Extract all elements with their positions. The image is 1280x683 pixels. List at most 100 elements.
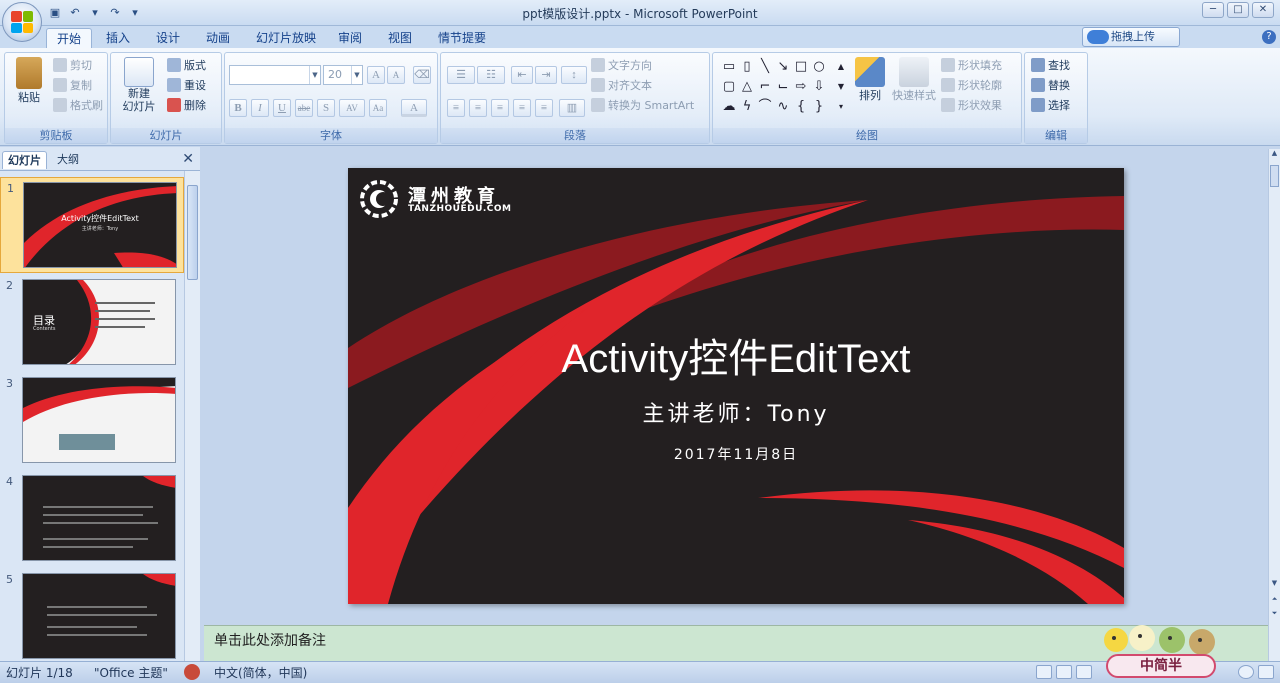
columns-button[interactable]: ▥ [559,99,585,117]
justify-button[interactable]: ≡ [513,99,531,117]
scroll-thumb[interactable] [1270,165,1279,187]
curve-shape-icon[interactable]: ∿ [775,99,791,115]
elbow-connector-shape-icon[interactable]: ⌐ [757,79,773,95]
cut-button[interactable]: 剪切 [53,57,92,75]
distributed-button[interactable]: ≡ [535,99,553,117]
tab-slideshow[interactable]: 幻灯片放映 [246,28,326,48]
shadow-button[interactable]: S [317,99,335,117]
shrink-font-button[interactable]: A [387,66,405,84]
align-center-button[interactable]: ≡ [469,99,487,117]
ime-mascot-widget[interactable]: 中简半 [1098,620,1226,680]
grow-font-button[interactable]: A [367,66,385,84]
left-brace-shape-icon[interactable]: { [793,99,809,115]
text-direction-button[interactable]: 文字方向 [591,57,652,75]
align-left-button[interactable]: ≡ [447,99,465,117]
right-brace-shape-icon[interactable]: } [811,99,827,115]
office-button[interactable] [2,2,42,42]
slideshow-view-icon[interactable] [1076,665,1092,679]
new-slide-button[interactable]: 新建 幻灯片 [115,57,163,113]
tab-slides[interactable]: 幻灯片 [2,151,47,169]
fit-window-icon[interactable] [1258,665,1274,679]
bullets-button[interactable]: ☰ [447,66,475,84]
elbow-arrow-shape-icon[interactable]: ⌙ [775,79,791,95]
quick-styles-button[interactable]: 快速样式 [889,57,939,103]
minimize-button[interactable]: ─ [1202,2,1224,18]
vertical-textbox-shape-icon[interactable]: ▯ [739,59,755,75]
format-painter-button[interactable]: 格式刷 [53,97,103,115]
arrow-line-shape-icon[interactable]: ↘ [775,59,791,75]
thumbnail-2[interactable]: 2 目录 Contents [0,275,184,371]
down-arrow-shape-icon[interactable]: ⇩ [811,79,827,95]
cloud-shape-icon[interactable]: ☁ [721,99,737,115]
line-shape-icon[interactable]: ╲ [757,59,773,75]
shape-fill-button[interactable]: 形状填充 [941,57,1002,75]
arc-shape-icon[interactable]: ⌒ [757,99,773,115]
thumbnail-1[interactable]: 1 Activity控件EditText 主讲老师：Tony [0,177,184,273]
copy-button[interactable]: 复制 [53,77,92,95]
replace-button[interactable]: 替换 [1031,77,1070,95]
close-button[interactable]: ✕ [1252,2,1274,18]
smartart-button[interactable]: 转换为 SmartArt [591,97,694,115]
slide-date[interactable]: 2017年11月8日 [348,444,1124,464]
thumbnail-3[interactable]: 3 [0,373,184,469]
shape-effects-button[interactable]: 形状效果 [941,97,1002,115]
line-spacing-button[interactable]: ↕ [561,66,587,84]
next-slide-icon[interactable]: ⏷ [1269,609,1280,621]
thumbnail-5[interactable]: 5 [0,569,184,661]
reset-button[interactable]: 重设 [167,77,206,95]
tab-view[interactable]: 视图 [378,28,422,48]
tab-design[interactable]: 设计 [146,28,190,48]
thumbnail-4[interactable]: 4 [0,471,184,567]
tab-review[interactable]: 审阅 [328,28,372,48]
bold-button[interactable]: B [229,99,247,117]
clear-format-button[interactable]: ⌫ [413,66,431,84]
italic-button[interactable]: I [251,99,269,117]
underline-button[interactable]: U [273,99,291,117]
close-panel-icon[interactable]: ✕ [182,151,194,167]
paste-button[interactable]: 粘贴 [9,57,49,105]
spellcheck-icon[interactable] [184,664,200,680]
strikethrough-button[interactable]: abe [295,99,313,117]
triangle-shape-icon[interactable]: △ [739,79,755,95]
delete-button[interactable]: 删除 [167,97,206,115]
gallery-up-icon[interactable]: ▲ [833,59,849,75]
rectangle-shape-icon[interactable]: □ [793,59,809,75]
layout-button[interactable]: 版式 [167,57,206,75]
normal-view-icon[interactable] [1036,665,1052,679]
oval-shape-icon[interactable]: ○ [811,59,827,75]
font-size-combo[interactable]: 20 ▼ [323,65,363,85]
find-button[interactable]: 查找 [1031,57,1070,75]
tab-insert[interactable]: 插入 [96,28,140,48]
font-color-button[interactable]: A [401,99,427,117]
scroll-up-icon[interactable]: ▲ [1269,149,1280,161]
scroll-thumb[interactable] [187,185,198,280]
decrease-indent-button[interactable]: ⇤ [511,66,533,84]
thumbnails-scrollbar[interactable] [184,171,200,661]
maximize-button[interactable]: □ [1227,2,1249,18]
textbox-shape-icon[interactable]: ▭ [721,59,737,75]
main-scrollbar[interactable]: ▲ ▼ ⏶ ⏷ [1268,149,1280,661]
slide-title[interactable]: Activity控件EditText [348,326,1124,384]
right-arrow-shape-icon[interactable]: ⇨ [793,79,809,95]
tab-animations[interactable]: 动画 [196,28,240,48]
select-button[interactable]: 选择 [1031,97,1070,115]
upload-button[interactable]: 拖拽上传 [1082,27,1180,47]
align-right-button[interactable]: ≡ [491,99,509,117]
align-text-button[interactable]: 对齐文本 [591,77,652,95]
slide-subtitle[interactable]: 主讲老师：Tony [348,396,1124,428]
increase-indent-button[interactable]: ⇥ [535,66,557,84]
scroll-down-icon[interactable]: ▼ [1269,579,1280,591]
char-spacing-button[interactable]: AV [339,99,365,117]
font-name-combo[interactable]: ▼ [229,65,321,85]
gallery-more-icon[interactable]: ▾ [833,99,849,115]
change-case-button[interactable]: Aa [369,99,387,117]
gallery-down-icon[interactable]: ▼ [833,79,849,95]
slide-sorter-icon[interactable] [1056,665,1072,679]
current-slide[interactable]: 潭州教育 TANZHOUEDU.COM Activity控件EditText 主… [348,168,1124,604]
arrange-button[interactable]: 排列 [853,57,887,103]
shape-outline-button[interactable]: 形状轮廓 [941,77,1002,95]
help-icon[interactable]: ? [1262,30,1276,44]
zoom-in-icon[interactable] [1238,665,1254,679]
previous-slide-icon[interactable]: ⏶ [1269,595,1280,607]
lightning-shape-icon[interactable]: ϟ [739,99,755,115]
